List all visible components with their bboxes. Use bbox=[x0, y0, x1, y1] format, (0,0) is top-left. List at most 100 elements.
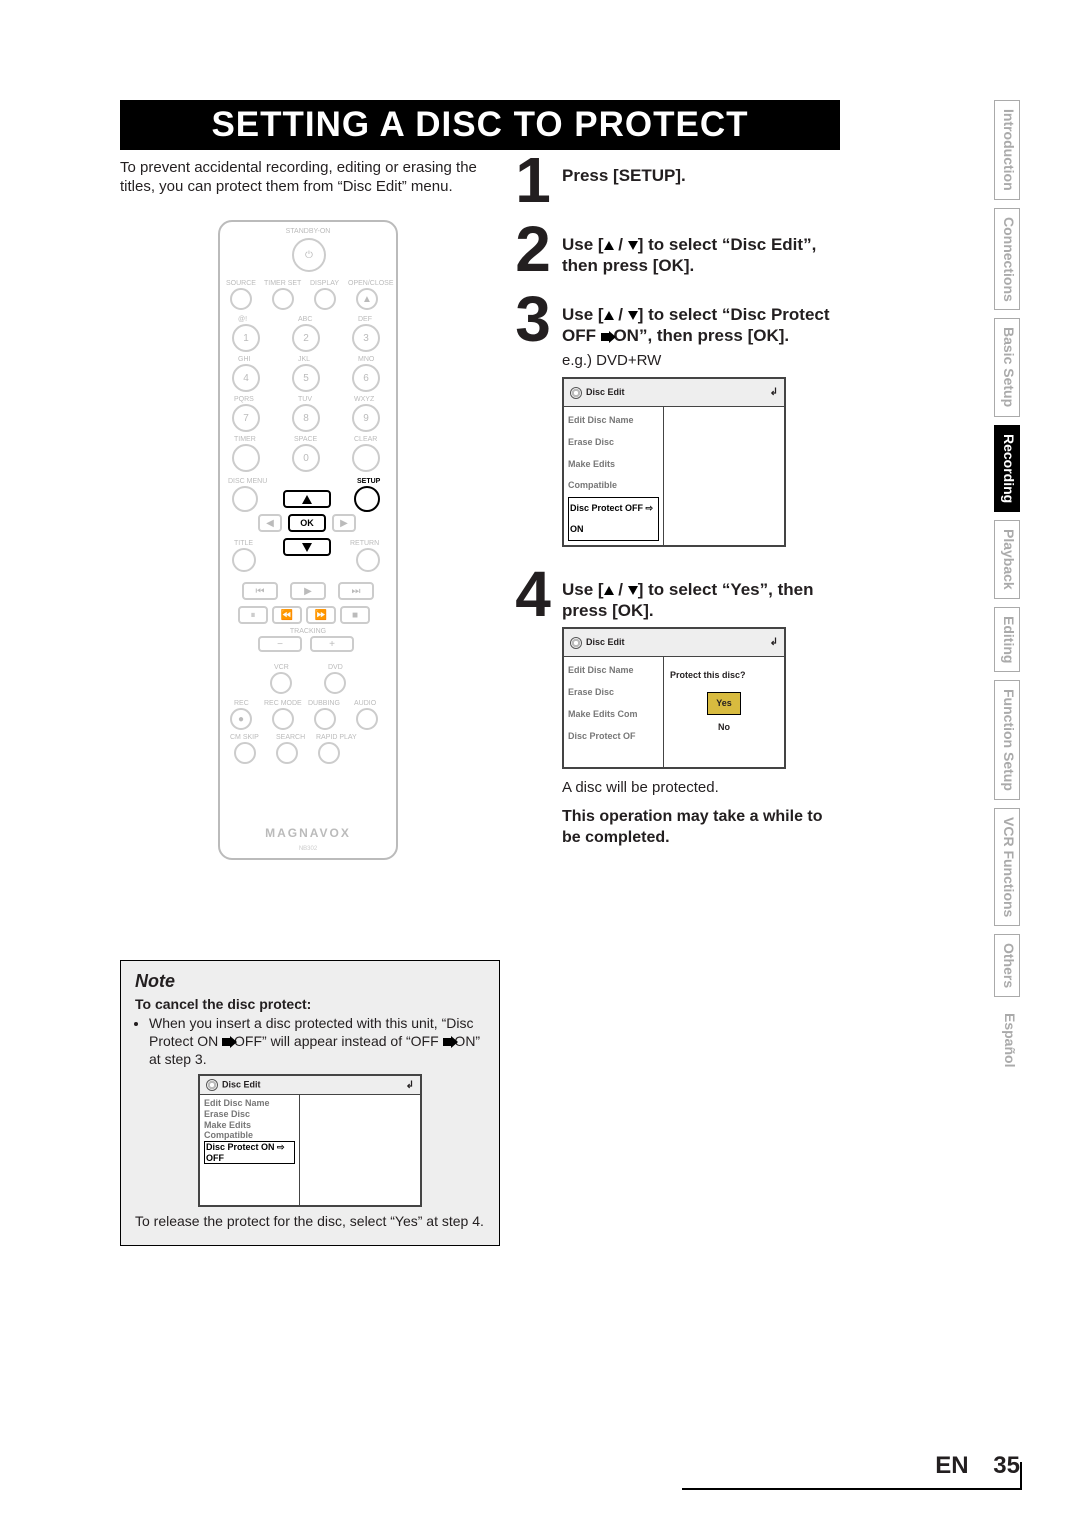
num-6: 6 bbox=[352, 364, 380, 392]
label-dvd: DVD bbox=[328, 664, 343, 671]
side-tab-connections: Connections bbox=[994, 208, 1020, 311]
step-2: 2 Use [ / ] to select “Disc Edit”, then … bbox=[510, 224, 840, 276]
step-4: 4 Use [ / ] to select “Yes”, then press … bbox=[510, 569, 840, 848]
ok-button: OK bbox=[288, 514, 326, 532]
note-bullet: When you insert a disc protected with th… bbox=[149, 1014, 485, 1068]
cmskip-button bbox=[234, 742, 256, 764]
clear-button bbox=[352, 444, 380, 472]
search-button bbox=[276, 742, 298, 764]
steps-list: 1 Press [SETUP]. 2 Use [ / ] to select “… bbox=[510, 155, 840, 866]
remote-model: NB302 bbox=[220, 846, 396, 852]
num-2: 2 bbox=[292, 324, 320, 352]
display-button bbox=[314, 288, 336, 310]
return-icon: ↲ bbox=[406, 1080, 414, 1091]
rapidplay-button bbox=[318, 742, 340, 764]
pause-button: ⏸ bbox=[238, 606, 268, 624]
skip-next-button: ⏭ bbox=[338, 582, 374, 600]
step-text: Press [SETUP]. bbox=[562, 166, 686, 185]
label-disc-menu: DISC MENU bbox=[228, 478, 267, 485]
stop-button: ■ bbox=[340, 606, 370, 624]
side-tab-recording: Recording bbox=[994, 425, 1020, 512]
osd-selected-item: Disc Protect OFF ⇨ ON bbox=[568, 497, 659, 541]
manual-page: SETTING A DISC TO PROTECT To prevent acc… bbox=[0, 0, 1080, 1528]
step-subtext: e.g.) DVD+RW bbox=[562, 350, 840, 371]
label-vcr: VCR bbox=[274, 664, 289, 671]
audio-button bbox=[356, 708, 378, 730]
step-after-text: A disc will be protected. bbox=[562, 777, 840, 798]
down-button bbox=[283, 538, 331, 556]
disc-icon bbox=[570, 387, 582, 399]
timerset-button bbox=[272, 288, 294, 310]
setup-button bbox=[354, 486, 380, 512]
label-return: RETURN bbox=[350, 540, 379, 547]
vcr-button bbox=[270, 672, 292, 694]
note-subheading: To cancel the disc protect: bbox=[135, 996, 485, 1012]
up-button bbox=[283, 490, 331, 508]
rew-button: ⏪ bbox=[272, 606, 302, 624]
step-number: 4 bbox=[510, 569, 556, 848]
osd-question: Protect this disc? bbox=[670, 665, 778, 686]
footer-rule-vert bbox=[1020, 1462, 1022, 1490]
footer-page: 35 bbox=[993, 1452, 1020, 1479]
step-warning: This operation may take a while to be co… bbox=[562, 806, 840, 848]
title-button bbox=[232, 548, 256, 572]
step-text: Use [ / ] to select “Disc Edit”, then pr… bbox=[562, 235, 816, 275]
return-button bbox=[356, 548, 380, 572]
note-heading: Note bbox=[135, 971, 485, 992]
step-number: 3 bbox=[510, 294, 556, 551]
num-3: 3 bbox=[352, 324, 380, 352]
return-icon: ↲ bbox=[770, 632, 778, 653]
label-openclose: OPEN/CLOSE bbox=[348, 280, 394, 287]
side-tab-basic-setup: Basic Setup bbox=[994, 318, 1020, 416]
disc-menu-button bbox=[232, 486, 258, 512]
label-tracking: TRACKING bbox=[220, 628, 396, 635]
label-standby: STANDBY-ON bbox=[220, 228, 396, 235]
right-button: ▶ bbox=[332, 514, 356, 532]
label-source: SOURCE bbox=[226, 280, 256, 287]
label-timerset: TIMER SET bbox=[264, 280, 301, 287]
step-1: 1 Press [SETUP]. bbox=[510, 155, 840, 206]
rec-button: ● bbox=[230, 708, 252, 730]
num-8: 8 bbox=[292, 404, 320, 432]
side-tabs: IntroductionConnectionsBasic SetupRecord… bbox=[994, 100, 1022, 1076]
standby-button: ⏻ bbox=[292, 238, 326, 272]
note-last-line: To release the protect for the disc, sel… bbox=[135, 1213, 485, 1229]
play-button: ▶ bbox=[290, 582, 326, 600]
tracking-minus: − bbox=[258, 636, 302, 652]
remote-illustration: STANDBY-ON ⏻ SOURCE TIMER SET DISPLAY OP… bbox=[218, 220, 398, 860]
osd-selected-item: Disc Protect ON ⇨ OFF bbox=[204, 1141, 295, 1164]
step-text: Use [ / ] to select “Yes”, then press [O… bbox=[562, 580, 813, 620]
osd-yes: Yes bbox=[707, 692, 741, 715]
side-tab-español: Español bbox=[994, 1005, 1020, 1075]
disc-icon bbox=[206, 1079, 218, 1091]
step-text: Use [ / ] to select “Disc Protect OFF ON… bbox=[562, 305, 830, 345]
side-tab-vcr-functions: VCR Functions bbox=[994, 808, 1020, 926]
side-tab-function-setup: Function Setup bbox=[994, 680, 1020, 800]
disc-icon bbox=[570, 637, 582, 649]
num-7: 7 bbox=[232, 404, 260, 432]
osd-disc-edit: Disc Edit↲ Edit Disc Name Erase Disc Mak… bbox=[562, 377, 786, 547]
step-3: 3 Use [ / ] to select “Disc Protect OFF … bbox=[510, 294, 840, 551]
num-9: 9 bbox=[352, 404, 380, 432]
label-setup: SETUP bbox=[357, 478, 380, 485]
num-0: 0 bbox=[292, 444, 320, 472]
num-5: 5 bbox=[292, 364, 320, 392]
page-footer: EN 35 bbox=[935, 1452, 1020, 1480]
timer-button bbox=[232, 444, 260, 472]
label-title: TITLE bbox=[234, 540, 253, 547]
side-tab-others: Others bbox=[994, 934, 1020, 997]
side-tab-playback: Playback bbox=[994, 520, 1020, 599]
intro-text: To prevent accidental recording, editing… bbox=[120, 158, 500, 196]
dvd-button bbox=[324, 672, 346, 694]
num-1: 1 bbox=[232, 324, 260, 352]
note-box: Note To cancel the disc protect: When yo… bbox=[120, 960, 500, 1246]
return-icon: ↲ bbox=[770, 382, 778, 403]
recmode-button bbox=[272, 708, 294, 730]
num-4: 4 bbox=[232, 364, 260, 392]
skip-prev-button: ⏮ bbox=[242, 582, 278, 600]
footer-rule bbox=[682, 1488, 1022, 1490]
footer-lang: EN bbox=[935, 1452, 968, 1479]
source-button bbox=[230, 288, 252, 310]
tracking-plus: + bbox=[310, 636, 354, 652]
osd-no: No bbox=[710, 717, 738, 738]
